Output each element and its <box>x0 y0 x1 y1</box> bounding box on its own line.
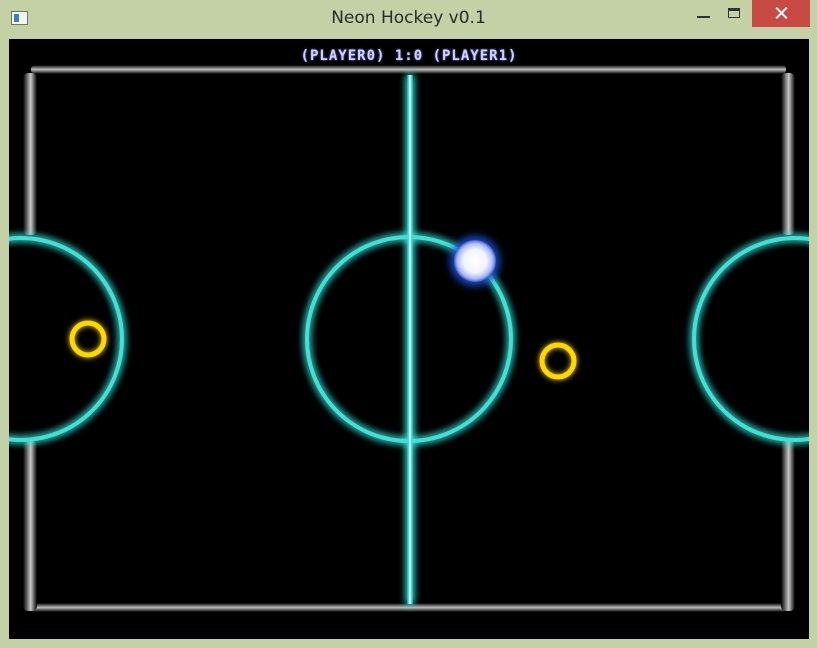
left-wall-top <box>23 73 37 235</box>
left-wall-bottom <box>23 441 37 611</box>
player1-mallet[interactable] <box>539 342 577 380</box>
right-wall-top <box>781 73 795 235</box>
right-wall-bottom <box>781 441 795 611</box>
maximize-button[interactable] <box>720 0 750 27</box>
game-canvas[interactable]: (PLAYER0) 1:0 (PLAYER1) <box>9 39 809 639</box>
close-button[interactable] <box>752 0 810 27</box>
puck <box>454 240 496 282</box>
right-goal-circle <box>692 236 809 442</box>
top-wall <box>31 65 786 74</box>
title-bar[interactable]: Neon Hockey v0.1 <box>0 0 817 38</box>
player0-mallet[interactable] <box>69 320 107 358</box>
bottom-wall <box>31 603 786 612</box>
scoreboard: (PLAYER0) 1:0 (PLAYER1) <box>300 48 518 64</box>
minimize-button[interactable] <box>688 0 718 27</box>
rink <box>9 65 809 612</box>
